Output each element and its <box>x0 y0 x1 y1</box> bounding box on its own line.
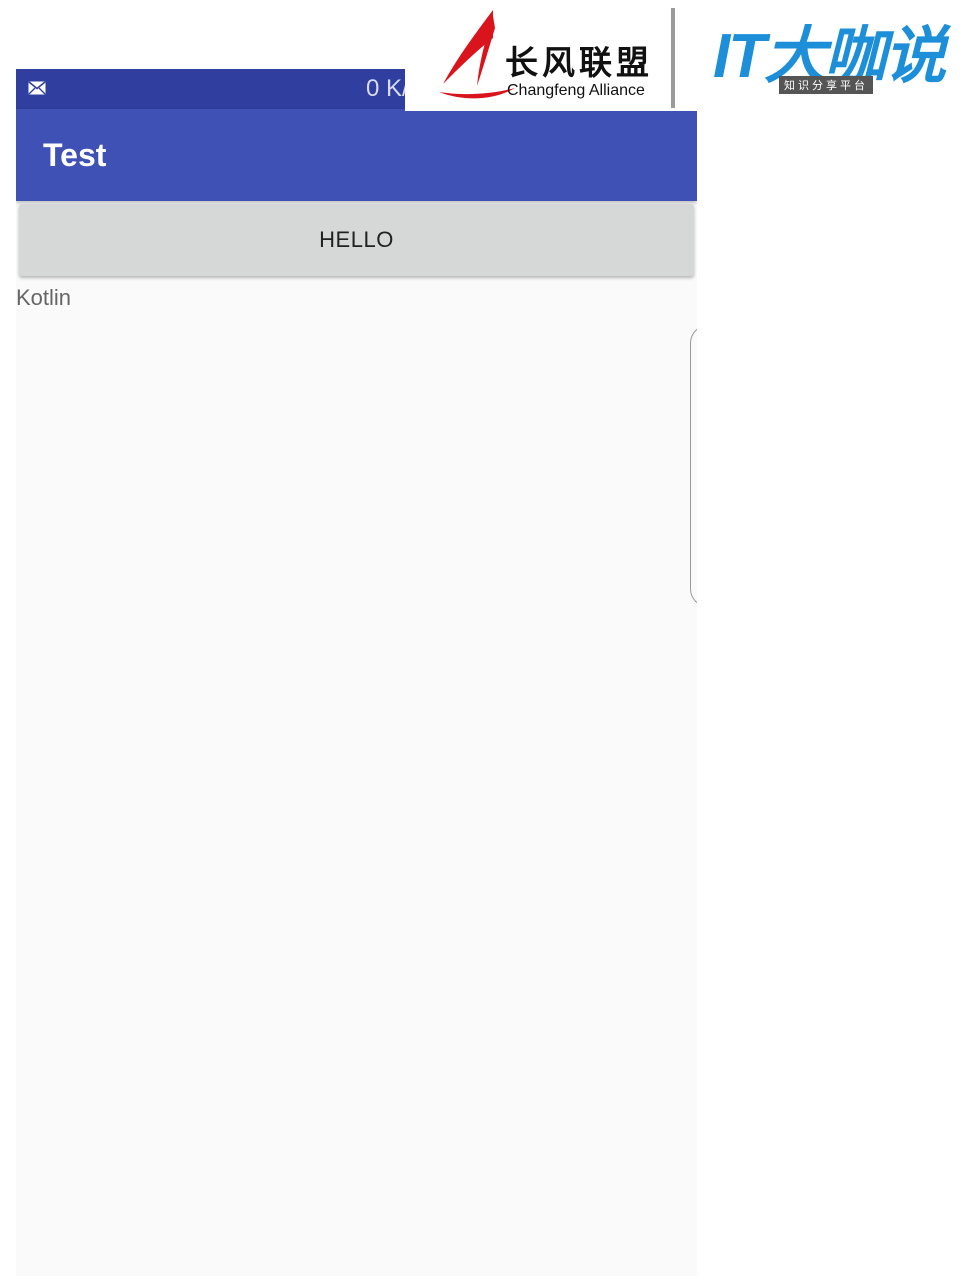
logo-divider <box>671 8 675 108</box>
network-speed-text: 0 K/ <box>366 75 409 102</box>
mail-icon <box>28 81 46 95</box>
changfeng-alliance-logo: 长风联盟 Changfeng Alliance <box>435 6 675 102</box>
kotlin-text-view: Kotlin <box>16 285 72 310</box>
phone-screen: 0 K/ Test HELLO Kotlin <box>16 69 697 1276</box>
watermark-logos: 长风联盟 Changfeng Alliance IT大咖说 知识分享平台 <box>405 0 973 111</box>
app-title: Test <box>43 137 107 173</box>
itdks-logo: IT大咖说 知识分享平台 <box>713 22 973 98</box>
edge-panel-handle[interactable] <box>690 325 697 607</box>
changfeng-chinese-name: 长风联盟 <box>505 43 653 82</box>
sailboat-icon <box>439 10 515 99</box>
screenshot-page: 0 K/ Test HELLO Kotlin 长风联盟 Changfeng Al… <box>0 0 973 1276</box>
hello-button[interactable]: HELLO <box>19 204 694 276</box>
changfeng-english-name: Changfeng Alliance <box>507 82 645 99</box>
itdks-tagline: 知识分享平台 <box>779 76 873 94</box>
app-toolbar: Test <box>16 109 697 201</box>
